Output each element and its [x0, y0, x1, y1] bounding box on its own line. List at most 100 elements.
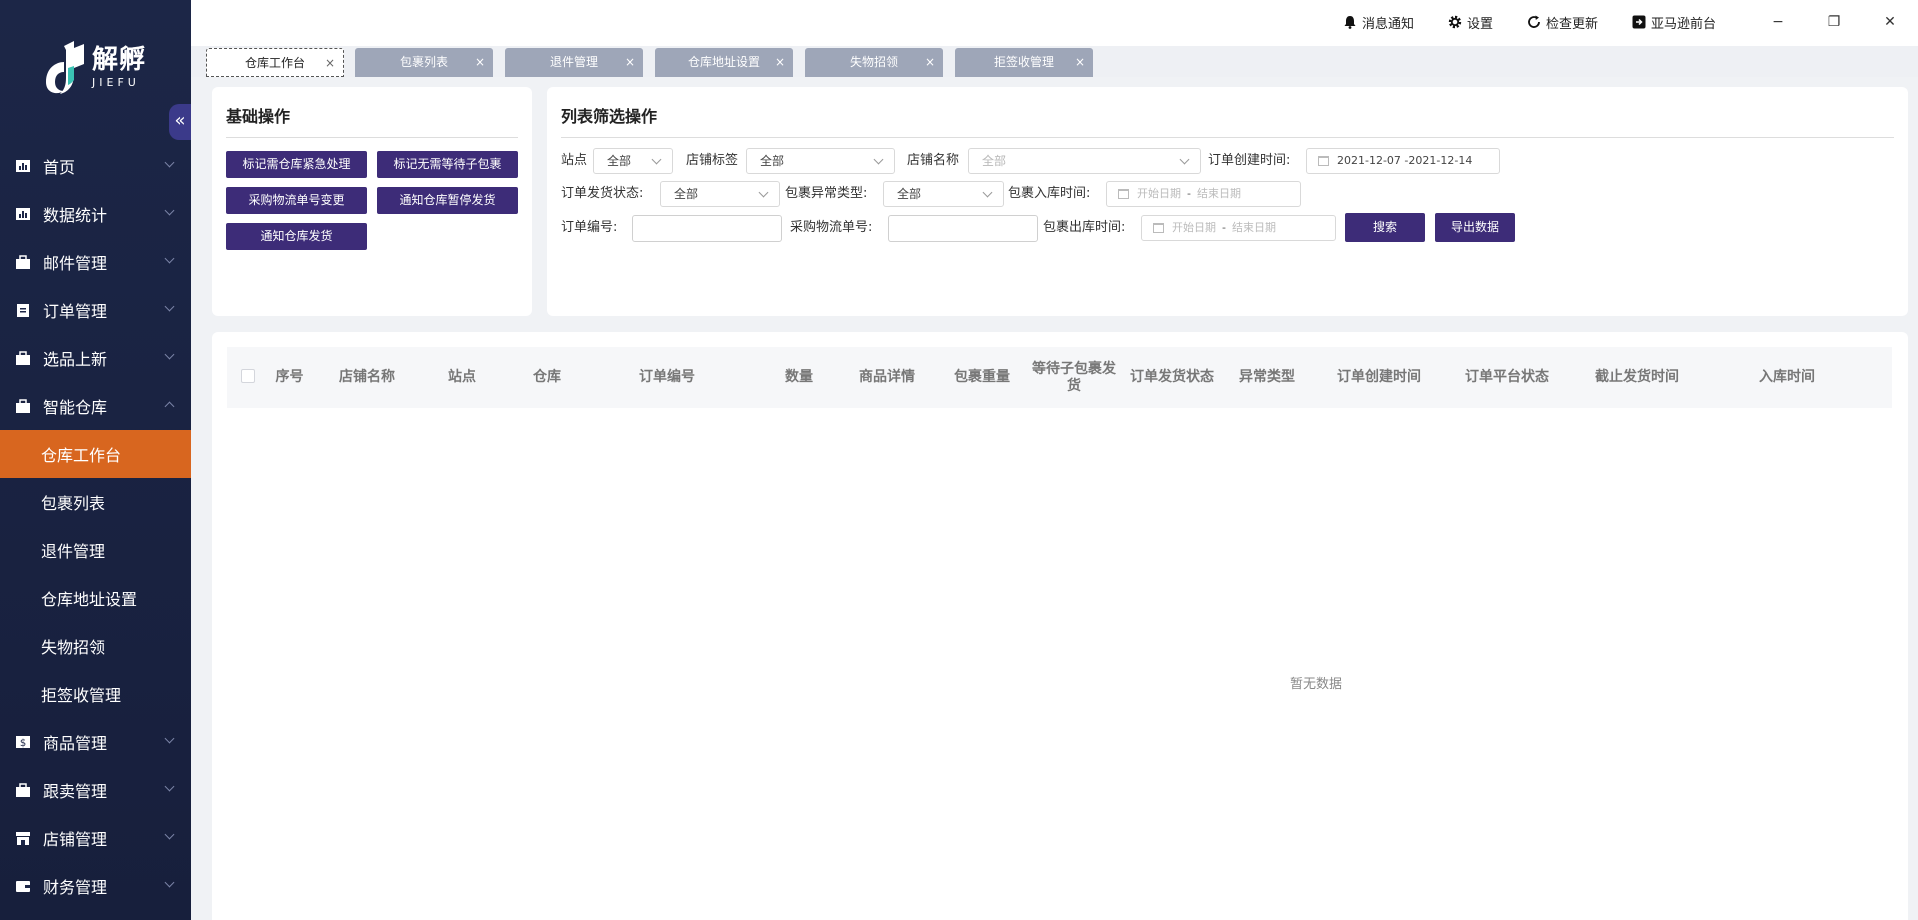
- store-tag-label: 店铺标签: [686, 153, 739, 168]
- tab-warehouse-address[interactable]: 仓库地址设置 ×: [655, 48, 793, 77]
- sidebar-item-orders[interactable]: 订单管理: [0, 286, 191, 334]
- minimize-button[interactable]: −: [1750, 0, 1806, 44]
- tab-bar: 仓库工作台 × 包裹列表 × 退件管理 × 仓库地址设置 × 失物招领 × 拒签…: [191, 46, 1918, 77]
- calendar-icon: [1153, 223, 1164, 233]
- column-header[interactable]: 订单编号: [617, 347, 717, 408]
- sidebar-collapse-button[interactable]: «: [169, 104, 191, 140]
- pkg-in-date-range[interactable]: 开始日期 - 结束日期: [1106, 181, 1301, 207]
- close-icon[interactable]: ×: [1075, 48, 1085, 77]
- column-header[interactable]: 序号: [267, 347, 312, 408]
- sidebar-item-mail[interactable]: 邮件管理: [0, 238, 191, 286]
- mark-urgent-button[interactable]: 标记需仓库紧急处理: [226, 151, 367, 178]
- check-update-button[interactable]: 检查更新: [1527, 13, 1598, 32]
- column-header[interactable]: 仓库: [517, 347, 577, 408]
- column-header[interactable]: 站点: [427, 347, 497, 408]
- chevron-down-icon: [164, 781, 175, 792]
- sidebar-item-data-stats[interactable]: 数据统计: [0, 190, 191, 238]
- export-button[interactable]: 导出数据: [1435, 213, 1515, 242]
- amazon-front-button[interactable]: 亚马逊前台: [1632, 13, 1716, 32]
- sidebar-subitem-package-list[interactable]: 包裹列表: [0, 478, 191, 526]
- notify-pause-shipping-button[interactable]: 通知仓库暂停发货: [377, 187, 518, 214]
- column-header[interactable]: 截止发货时间: [1577, 347, 1697, 408]
- tab-warehouse-workbench[interactable]: 仓库工作台 ×: [206, 48, 344, 77]
- sidebar-subitem-warehouse-address[interactable]: 仓库地址设置: [0, 574, 191, 622]
- filter-panel: 列表筛选操作 站点 全部 店铺标签 全部 店铺名称 全部 订单创建时间: 202…: [547, 87, 1908, 316]
- pkg-out-date-range[interactable]: 开始日期 - 结束日期: [1141, 215, 1336, 241]
- site-value: 全部: [607, 154, 632, 168]
- sidebar-item-label: 财务管理: [43, 878, 108, 897]
- logo-name: 解孵: [92, 44, 147, 75]
- pkg-in-label: 包裹入库时间:: [1008, 186, 1091, 201]
- close-icon[interactable]: ×: [475, 48, 485, 77]
- sidebar-item-finance[interactable]: 财务管理: [0, 862, 191, 910]
- column-header[interactable]: 商品详情: [847, 347, 927, 408]
- order-created-date-range[interactable]: 2021-12-07 -2021-12-14: [1306, 148, 1500, 174]
- column-header[interactable]: 入库时间: [1727, 347, 1847, 408]
- sidebar-item-follow-sell[interactable]: 跟卖管理: [0, 766, 191, 814]
- mark-no-wait-subpackage-button[interactable]: 标记无需等待子包裹: [377, 151, 518, 178]
- filter-title: 列表筛选操作: [561, 103, 1894, 138]
- close-window-button[interactable]: ✕: [1862, 0, 1918, 44]
- tab-rejected[interactable]: 拒签收管理 ×: [955, 48, 1093, 77]
- bar-chart-icon: [15, 158, 31, 174]
- notifications-button[interactable]: 消息通知: [1343, 13, 1414, 32]
- column-header[interactable]: 订单平台状态: [1447, 347, 1567, 408]
- tab-label: 拒签收管理: [993, 55, 1054, 69]
- pkg-exception-select[interactable]: 全部: [883, 181, 1004, 207]
- chevron-down-icon: [651, 154, 662, 165]
- sidebar-item-stores[interactable]: 店铺管理: [0, 814, 191, 862]
- date-separator: -: [1187, 187, 1191, 200]
- sidebar-item-home[interactable]: 首页: [0, 142, 191, 190]
- chevron-down-icon: [164, 877, 175, 888]
- column-header[interactable]: 订单发货状态: [1122, 347, 1222, 408]
- sidebar-item-product-selection[interactable]: 选品上新: [0, 334, 191, 382]
- sidebar-item-products[interactable]: $ 商品管理: [0, 718, 191, 766]
- tab-package-list[interactable]: 包裹列表 ×: [355, 48, 493, 77]
- chevron-down-icon: [164, 157, 175, 168]
- column-header[interactable]: 订单创建时间: [1319, 347, 1439, 408]
- column-header[interactable]: 异常类型: [1227, 347, 1307, 408]
- close-icon[interactable]: ×: [325, 49, 335, 78]
- chevron-down-icon: [164, 349, 175, 360]
- svg-text:$: $: [20, 738, 26, 749]
- sidebar-subitem-returns[interactable]: 退件管理: [0, 526, 191, 574]
- tab-lost-found[interactable]: 失物招领 ×: [805, 48, 943, 77]
- site-select[interactable]: 全部: [593, 148, 673, 174]
- site-label: 站点: [561, 153, 588, 168]
- column-header[interactable]: 数量: [769, 347, 829, 408]
- clipboard-icon: [15, 302, 31, 318]
- pkg-exception-label: 包裹异常类型:: [785, 186, 868, 201]
- chevron-down-icon: [873, 154, 884, 165]
- close-icon[interactable]: ×: [775, 48, 785, 77]
- sidebar-item-smart-warehouse[interactable]: 智能仓库: [0, 382, 191, 430]
- close-icon[interactable]: ×: [625, 48, 635, 77]
- empty-state-text: 暂无数据: [1290, 677, 1343, 692]
- table-panel: [212, 332, 1908, 920]
- store-icon: [15, 830, 31, 846]
- sidebar-subitem-warehouse-workbench[interactable]: 仓库工作台: [0, 430, 191, 478]
- restore-button[interactable]: ❐: [1806, 0, 1862, 44]
- change-purchase-tracking-button[interactable]: 采购物流单号变更: [226, 187, 367, 214]
- select-all-checkbox[interactable]: [241, 369, 255, 383]
- tab-returns[interactable]: 退件管理 ×: [505, 48, 643, 77]
- top-actions: 消息通知 设置 检查更新 亚马逊前台 − ❐ ✕: [1343, 0, 1918, 44]
- store-tag-select[interactable]: 全部: [746, 148, 895, 174]
- notify-ship-button[interactable]: 通知仓库发货: [226, 223, 367, 250]
- settings-label: 设置: [1466, 16, 1493, 32]
- sidebar-subitem-rejected[interactable]: 拒签收管理: [0, 670, 191, 718]
- settings-button[interactable]: 设置: [1448, 13, 1493, 32]
- column-header[interactable]: 店铺名称: [327, 347, 407, 408]
- tab-label: 仓库地址设置: [687, 55, 760, 69]
- column-header[interactable]: 包裹重量: [942, 347, 1022, 408]
- close-icon[interactable]: ×: [925, 48, 935, 77]
- store-name-select[interactable]: 全部: [968, 148, 1201, 174]
- ship-status-value: 全部: [674, 187, 699, 201]
- order-created-label: 订单创建时间:: [1208, 153, 1291, 168]
- purchase-no-input[interactable]: [888, 215, 1038, 242]
- table-header: 序号 店铺名称 站点 仓库 订单编号 数量 商品详情 包裹重量 等待子包裹发货 …: [227, 347, 1892, 408]
- ship-status-select[interactable]: 全部: [660, 181, 780, 207]
- search-button[interactable]: 搜索: [1345, 213, 1425, 242]
- column-header[interactable]: 等待子包裹发货: [1027, 347, 1121, 408]
- order-no-input[interactable]: [632, 215, 782, 242]
- sidebar-subitem-lost-found[interactable]: 失物招领: [0, 622, 191, 670]
